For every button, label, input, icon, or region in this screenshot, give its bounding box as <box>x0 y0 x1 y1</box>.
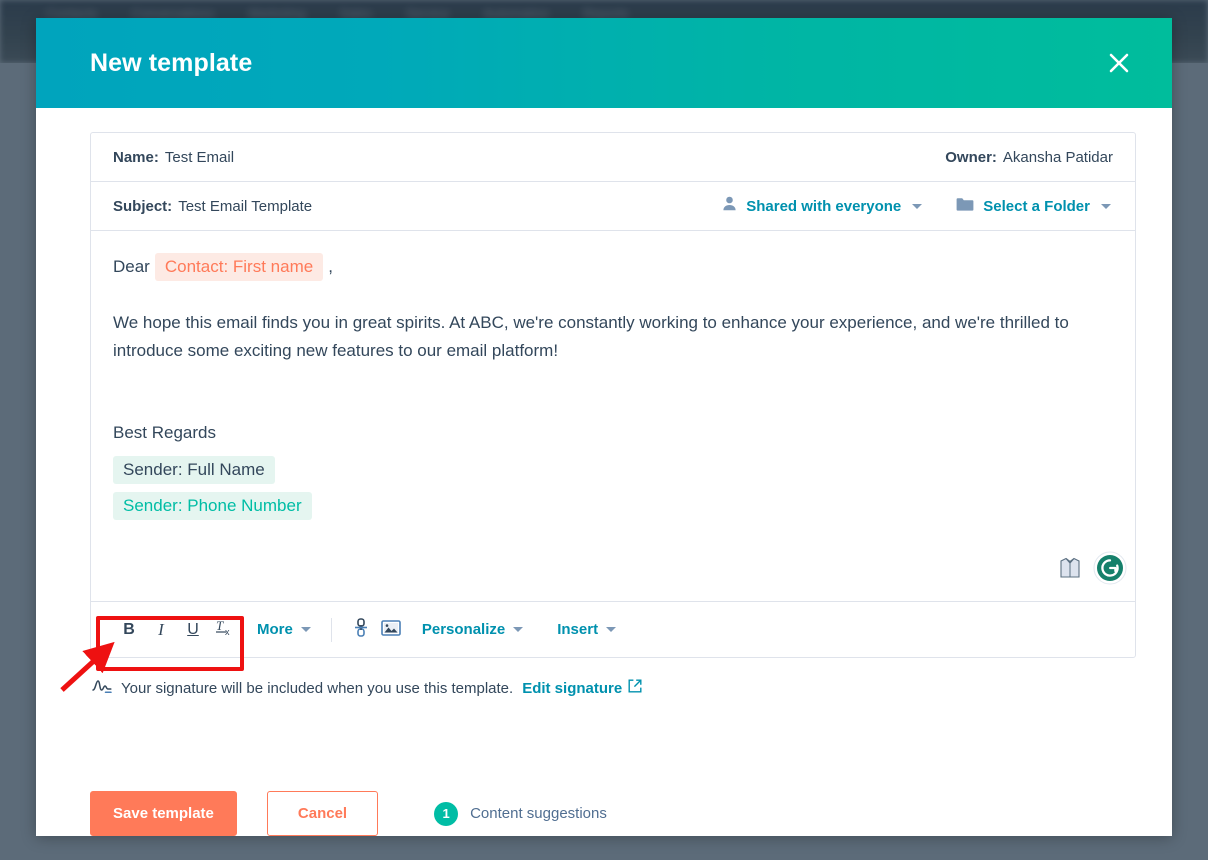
name-owner-row: Name: Test Email Owner: Akansha Patidar <box>91 133 1135 182</box>
subject-row: Subject: Test Email Template Shared with… <box>91 182 1135 231</box>
suggestions-count-badge: 1 <box>434 801 459 826</box>
signature-note-text: Your signature will be included when you… <box>121 679 514 697</box>
insert-image-button[interactable] <box>376 615 406 645</box>
modal-body: Name: Test Email Owner: Akansha Patidar … <box>36 108 1172 759</box>
chevron-down-icon <box>300 627 311 632</box>
more-dropdown[interactable]: More <box>251 617 317 642</box>
cancel-button[interactable]: Cancel <box>266 791 379 836</box>
suggestions-label: Content suggestions <box>470 805 607 822</box>
signature-note: Your signature will be included when you… <box>90 678 1136 698</box>
folder-icon <box>956 197 974 216</box>
svg-text:x: x <box>225 627 230 637</box>
folder-label: Select a Folder <box>983 197 1090 215</box>
editor-toolbar: B I U T x More Personalize Insert <box>91 601 1135 657</box>
bold-button[interactable]: B <box>113 614 145 646</box>
subject-row-actions: Shared with everyone Select a Folder <box>720 192 1113 220</box>
svg-text:T: T <box>216 618 224 633</box>
shirt-icon[interactable] <box>1060 557 1080 587</box>
owner-field: Owner: Akansha Patidar <box>945 149 1113 166</box>
editor-corner-icons <box>1060 551 1127 593</box>
italic-button[interactable]: I <box>145 614 177 646</box>
clear-formatting-button[interactable]: T x <box>209 614 241 646</box>
external-link-icon <box>628 679 642 697</box>
email-body-editor[interactable]: Dear Contact: First name , We hope this … <box>91 231 1135 601</box>
signoff-block: Best Regards Sender: Full Name Sender: P… <box>113 420 1113 520</box>
chevron-down-icon <box>912 203 923 209</box>
close-button[interactable] <box>1102 46 1136 80</box>
save-template-button[interactable]: Save template <box>90 791 237 836</box>
content-suggestions[interactable]: 1 Content suggestions <box>434 801 607 826</box>
owner-label: Owner: <box>945 148 997 166</box>
clear-format-icon: T x <box>215 617 235 642</box>
person-icon <box>722 196 737 216</box>
personalize-label: Personalize <box>421 621 506 638</box>
sharing-label: Shared with everyone <box>746 197 902 215</box>
link-icon <box>353 618 369 641</box>
personalization-token-sender-phone-number[interactable]: Sender: Phone Number <box>113 491 312 520</box>
folder-dropdown[interactable]: Select a Folder <box>954 193 1113 220</box>
salutation-suffix: , <box>328 256 333 276</box>
attach-link-button[interactable] <box>346 615 376 645</box>
personalization-token-contact-first-name[interactable]: Contact: First name <box>154 253 324 282</box>
personalization-token-sender-full-name[interactable]: Sender: Full Name <box>113 455 275 484</box>
close-icon <box>1106 50 1132 76</box>
edit-signature-label: Edit signature <box>522 679 623 697</box>
subject-value[interactable]: Test Email Template <box>178 198 312 215</box>
sender-token-list: Sender: Full Name Sender: Phone Number <box>113 453 1113 520</box>
template-editor-card: Name: Test Email Owner: Akansha Patidar … <box>90 132 1136 658</box>
edit-signature-link[interactable]: Edit signature <box>522 679 642 697</box>
chevron-down-icon <box>606 627 617 632</box>
salutation-prefix: Dear <box>113 256 150 276</box>
signoff-text: Best Regards <box>113 423 216 443</box>
modal-footer: Save template Cancel 1 Content suggestio… <box>36 759 1172 836</box>
name-value[interactable]: Test Email <box>165 149 234 166</box>
grammarly-icon[interactable] <box>1093 551 1127 593</box>
chevron-down-icon <box>513 627 524 632</box>
insert-dropdown[interactable]: Insert <box>551 617 622 642</box>
image-icon <box>381 619 401 640</box>
more-label: More <box>257 621 293 638</box>
owner-value: Akansha Patidar <box>1002 148 1113 166</box>
text-format-group: B I U T x <box>113 614 241 646</box>
page-title: New template <box>90 48 253 77</box>
toolbar-divider <box>330 617 332 642</box>
personalize-dropdown[interactable]: Personalize <box>416 617 529 642</box>
sharing-dropdown[interactable]: Shared with everyone <box>720 192 924 220</box>
salutation-line: Dear Contact: First name , <box>113 253 1113 282</box>
underline-button[interactable]: U <box>177 614 209 646</box>
subject-label: Subject: <box>113 197 173 215</box>
chevron-down-icon <box>1101 203 1111 209</box>
modal-header: New template <box>36 18 1172 108</box>
email-paragraph: We hope this email finds you in great sp… <box>113 313 1069 360</box>
new-template-modal: New template Name: Test Email Owner: Aka… <box>36 18 1172 836</box>
signature-icon <box>92 678 112 698</box>
name-label: Name: <box>113 148 159 166</box>
insert-label: Insert <box>557 621 599 638</box>
name-field[interactable]: Name: Test Email <box>113 149 234 166</box>
subject-field[interactable]: Subject: Test Email Template <box>113 198 312 215</box>
